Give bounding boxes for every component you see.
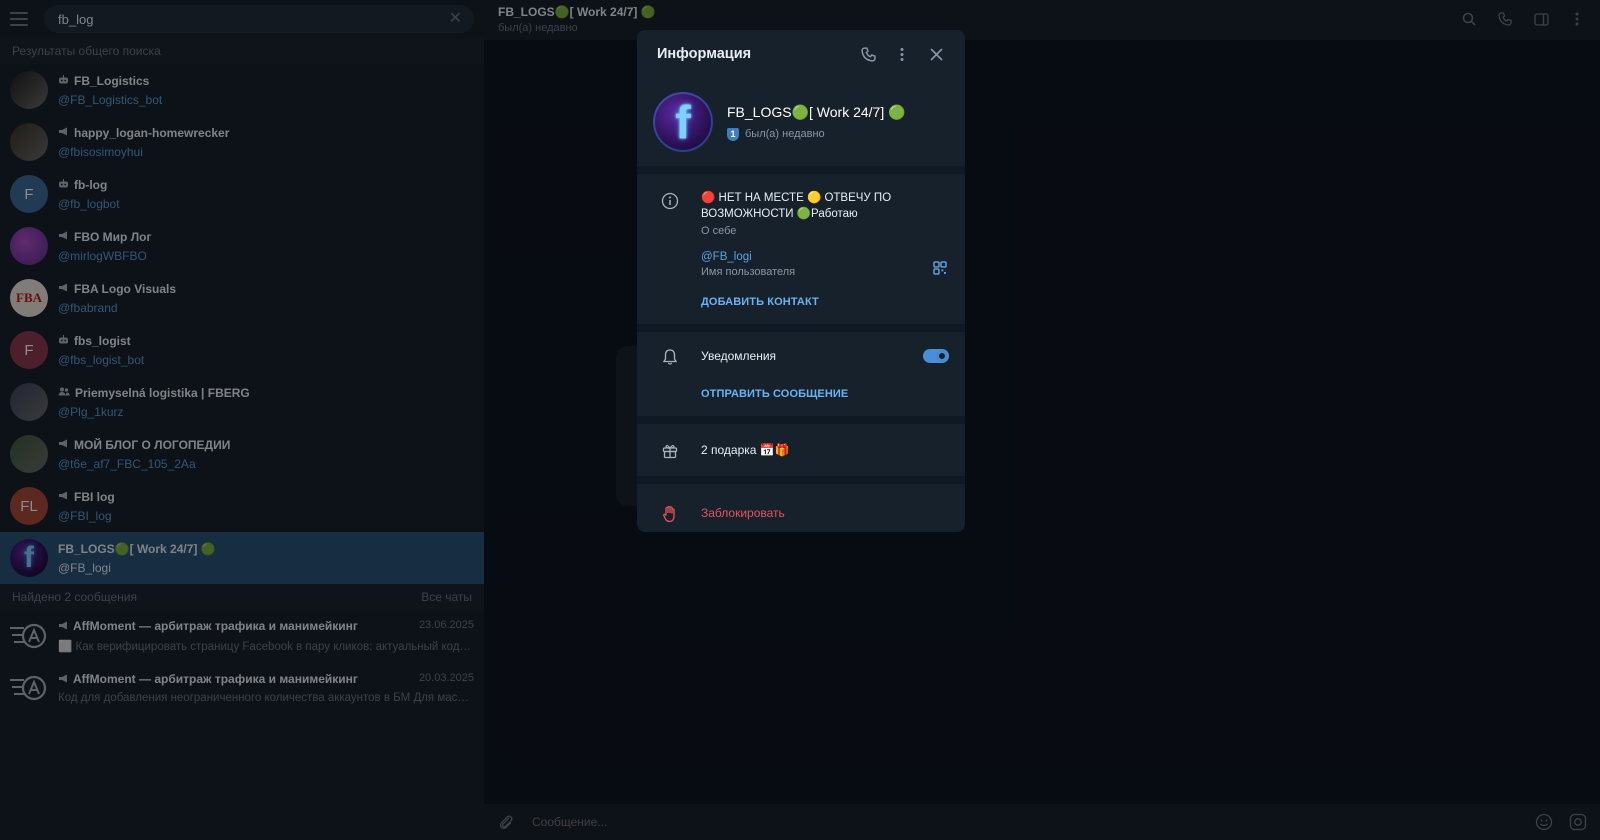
hand-block-icon [657, 503, 683, 523]
username-section[interactable]: @FB_logi Имя пользователя [637, 237, 965, 278]
facebook-logo-icon: f [675, 96, 691, 148]
dialog-header: Информация [637, 30, 965, 78]
divider [637, 476, 965, 484]
add-contact-section: ДОБАВИТЬ КОНТАКТ [637, 278, 965, 324]
info-icon [657, 190, 683, 237]
block-button[interactable]: Заблокировать [701, 506, 785, 520]
notifications-toggle[interactable] [923, 349, 949, 363]
close-icon[interactable] [925, 43, 947, 65]
user-info-dialog: Информация f FB_LOGS🟢[ Work 24/7] 🟢 1 бы… [637, 30, 965, 532]
bio-text: 🔴 НЕТ НА МЕСТЕ 🟡 ОТВЕЧУ ПО ВОЗМОЖНОСТИ 🟢… [701, 192, 892, 220]
send-message-section: ОТПРАВИТЬ СООБЩЕНИЕ [637, 366, 965, 416]
send-message-button[interactable]: ОТПРАВИТЬ СООБЩЕНИЕ [701, 388, 848, 400]
phone-icon[interactable] [857, 43, 879, 65]
bio-section: 🔴 НЕТ НА МЕСТЕ 🟡 ОТВЕЧУ ПО ВОЗМОЖНОСТИ 🟢… [637, 174, 965, 237]
username-caption: Имя пользователя [701, 266, 796, 278]
bio-caption: О себе [701, 225, 737, 237]
username-link[interactable]: @FB_logi [701, 251, 949, 263]
gifts-label: 2 подарка 📅🎁 [701, 443, 790, 457]
level-badge-icon: 1 [727, 127, 739, 141]
divider [637, 416, 965, 424]
dialog-title: Информация [657, 46, 752, 62]
gifts-row[interactable]: 2 подарка 📅🎁 [637, 424, 965, 476]
profile-block: f FB_LOGS🟢[ Work 24/7] 🟢 1 был(а) недавн… [637, 78, 965, 166]
qr-code-icon[interactable] [933, 261, 947, 280]
add-contact-button[interactable]: ДОБАВИТЬ КОНТАКТ [701, 296, 819, 308]
divider [637, 324, 965, 332]
notifications-row[interactable]: Уведомления [637, 332, 965, 366]
more-vertical-icon[interactable] [891, 43, 913, 65]
notifications-label: Уведомления [701, 349, 777, 363]
profile-avatar[interactable]: f [653, 92, 713, 152]
profile-name: FB_LOGS🟢[ Work 24/7] 🟢 [727, 103, 906, 120]
profile-status: был(а) недавно [745, 128, 825, 140]
gift-icon [657, 441, 683, 459]
block-row[interactable]: Заблокировать [637, 484, 965, 532]
profile-status-row: 1 был(а) недавно [727, 127, 906, 141]
bell-icon [657, 346, 683, 366]
divider [637, 166, 965, 174]
